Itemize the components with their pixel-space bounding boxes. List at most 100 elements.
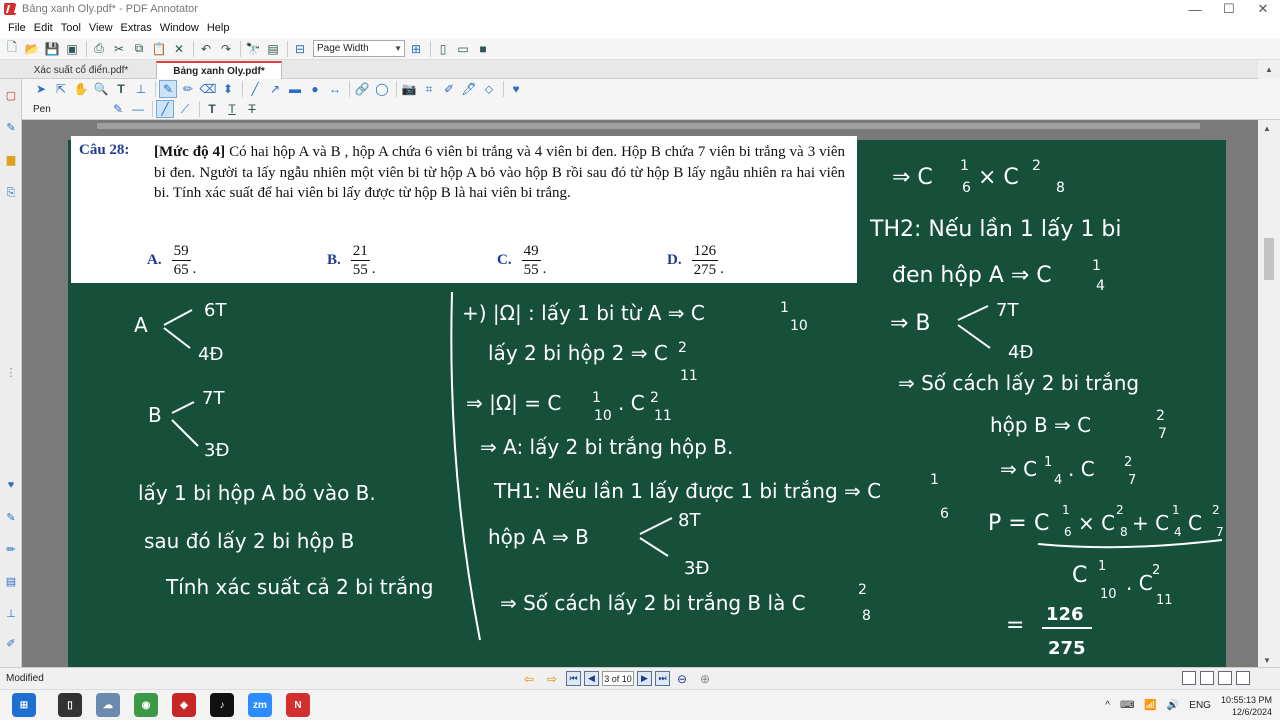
print-icon[interactable]: ⎙ [90,40,108,58]
zoom-app-icon[interactable]: zm [248,693,272,717]
phone-app-icon[interactable]: ▯ [58,693,82,717]
copy-icon[interactable]: ⧉ [130,40,148,58]
page-settings-icon[interactable]: ▤ [264,40,282,58]
menu-tool[interactable]: Tool [57,22,85,34]
clock[interactable]: 10:55:13 PM 12/6/2024 [1221,694,1272,718]
pencil-icon[interactable]: ✐ [440,80,458,98]
close-button[interactable]: ✕ [1246,0,1280,18]
text-box-fav-icon[interactable]: ▤ [3,573,19,589]
zoom-in-icon[interactable]: ⊞ [407,40,425,58]
highlighter-fav-icon[interactable]: ✏ [3,541,19,557]
stamp-icon[interactable]: ⬍ [219,80,237,98]
fit-page-icon[interactable]: ▭ [454,40,472,58]
highlighter-icon[interactable]: ✏ [179,80,197,98]
single-page-icon[interactable]: ▯ [434,40,452,58]
hand-icon[interactable]: ✋ [72,80,90,98]
menu-view[interactable]: View [85,22,117,34]
maximize-button[interactable]: ☐ [1212,0,1246,18]
zoom-select[interactable]: Page Width ▼ [313,40,405,57]
link-tool-icon[interactable]: 🔗 [353,80,371,98]
stamp-fav-icon[interactable]: ⊥ [3,605,19,621]
menu-extras[interactable]: Extras [117,22,156,34]
document-view[interactable]: Câu 28: [Mức độ 4] Có hai hộp A và B , h… [22,120,1258,667]
smooth-line-icon[interactable]: ╱ [156,100,174,118]
tiktok-icon[interactable]: ♪ [210,693,234,717]
continuous-view-icon[interactable] [1200,671,1214,685]
page-indicator[interactable]: 3 of 10 [602,671,634,686]
splitter-handle-icon[interactable]: ⋮ [3,364,19,380]
undo-icon[interactable]: ↶ [197,40,215,58]
tab-scroll-button[interactable]: ▲ [1258,60,1280,79]
arrow-tool-icon[interactable]: ↗ [266,80,284,98]
keyboard-icon[interactable]: ⌨ [1120,700,1134,711]
new-document-icon[interactable]: 🗋 [3,40,21,58]
chrome-icon[interactable]: ◉ [134,693,158,717]
prev-page-button[interactable]: ◀ [584,671,599,686]
folder-icon[interactable]: ▆ [3,151,19,167]
favorites-heart-icon[interactable]: ♥ [507,80,525,98]
scroll-up-icon[interactable]: ▲ [1263,124,1271,133]
lasso-tool-icon[interactable]: ◯ [373,80,391,98]
pen-color-icon[interactable]: ✎ [109,100,127,118]
single-page-view-icon[interactable] [1182,671,1196,685]
find-icon[interactable]: 🔭 [244,40,262,58]
text-tool-icon[interactable]: T [112,80,130,98]
last-page-button[interactable]: ⏭ [655,671,670,686]
rectangle-tool-icon[interactable]: ▬ [286,80,304,98]
pencil-fav-icon[interactable]: ✐ [3,635,19,651]
favorite-heart-icon[interactable]: ♥ [3,477,19,493]
menu-edit[interactable]: Edit [30,22,57,34]
chevron-up-icon[interactable]: ^ [1105,700,1110,711]
first-page-button[interactable]: ⏮ [566,671,581,686]
delete-icon[interactable]: ✕ [170,40,188,58]
pdf-annotator-taskbar-icon[interactable]: N [286,693,310,717]
menu-file[interactable]: File [4,22,30,34]
zoom-tool-icon[interactable]: 🔍 [92,80,110,98]
select-arrow-icon[interactable]: ➤ [32,80,50,98]
forward-view-icon[interactable]: ⊕ [696,670,714,688]
pen-tool-icon[interactable]: ✎ [159,80,177,98]
measure-tool-icon[interactable]: ↔ [326,80,344,98]
underline-icon[interactable]: T [223,100,241,118]
language-indicator[interactable]: ENG [1189,700,1211,711]
grid-view-icon[interactable] [1236,671,1250,685]
select-text-icon[interactable]: ⇱ [52,80,70,98]
tab-xac-suat[interactable]: Xác suất cổ điển.pdf* [12,61,150,79]
stamp-tool-icon[interactable]: ⊥ [132,80,150,98]
open-folder-icon[interactable]: 📂 [23,40,41,58]
ellipse-tool-icon[interactable]: ● [306,80,324,98]
menu-help[interactable]: Help [203,22,234,34]
menu-window[interactable]: Window [156,22,203,34]
annotation-icon[interactable]: ✎ [3,119,19,135]
two-page-view-icon[interactable] [1218,671,1232,685]
vertical-scrollbar[interactable]: ▲ ▼ [1258,120,1280,667]
shape-dropdown-icon[interactable]: ⬦ [480,80,498,98]
cut-icon[interactable]: ✂ [110,40,128,58]
paste-icon[interactable]: 📋 [150,40,168,58]
strikethrough-icon[interactable]: T [243,100,261,118]
eraser-icon[interactable]: ⌫ [199,80,217,98]
marker-icon[interactable]: 🖊 [460,80,478,98]
camera-icon[interactable]: 📷 [400,80,418,98]
save-icon[interactable]: 💾 [43,40,61,58]
back-view-icon[interactable]: ⊖ [673,670,691,688]
next-page-button[interactable]: ▶ [637,671,652,686]
volume-icon[interactable]: 🔊 [1167,700,1179,711]
forward-history-icon[interactable]: ⇨ [543,670,561,688]
fullscreen-icon[interactable]: ■ [474,40,492,58]
back-history-icon[interactable]: ⇦ [520,670,538,688]
start-windows-icon[interactable]: ⊞ [12,693,36,717]
scroll-thumb[interactable] [1264,238,1274,280]
pen-fav-icon[interactable]: ✎ [3,509,19,525]
redo-icon[interactable]: ↷ [217,40,235,58]
attachment-icon[interactable]: ⎘ [3,185,19,201]
save-as-icon[interactable]: ▣ [63,40,81,58]
weather-app-icon[interactable]: ☁ [96,693,120,717]
crop-icon[interactable]: ⌗ [420,80,438,98]
line-tool-icon[interactable]: ╱ [246,80,264,98]
straighten-icon[interactable]: ⟋ [176,100,194,118]
minimize-button[interactable]: — [1178,0,1212,18]
scroll-down-icon[interactable]: ▼ [1263,656,1271,665]
bookmark-icon[interactable]: ▢ [3,87,19,103]
tab-bang-xanh[interactable]: Bảng xanh Oly.pdf* [156,61,282,79]
